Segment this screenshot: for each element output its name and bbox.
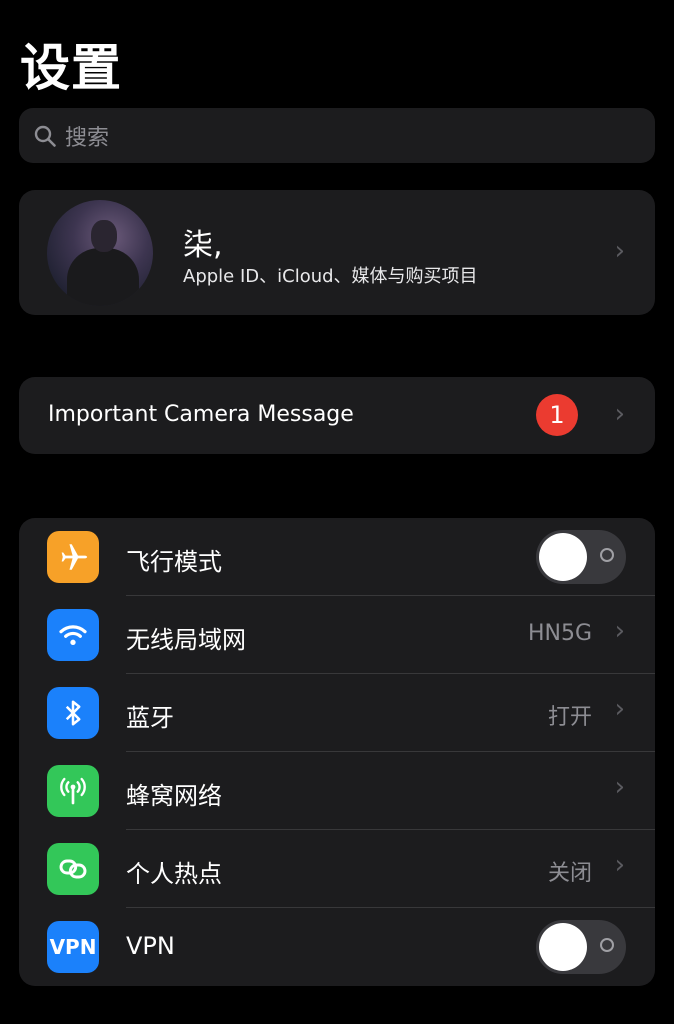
airplane-mode-toggle[interactable] xyxy=(536,530,626,584)
personal-hotspot-row[interactable]: 个人热点 关闭 › xyxy=(19,830,655,908)
cellular-label: 蜂窝网络 xyxy=(126,782,222,810)
airplane-icon xyxy=(47,531,99,583)
vpn-icon: VPN xyxy=(47,921,99,973)
wifi-row[interactable]: 无线局域网 HN5G › xyxy=(19,596,655,674)
bluetooth-icon xyxy=(47,687,99,739)
chevron-right-icon: › xyxy=(614,616,625,646)
wifi-icon xyxy=(47,609,99,661)
vpn-toggle[interactable] xyxy=(536,920,626,974)
cellular-row[interactable]: 蜂窝网络 › xyxy=(19,752,655,830)
bluetooth-row[interactable]: 蓝牙 打开 › xyxy=(19,674,655,752)
page-title: 设置 xyxy=(20,39,122,97)
avatar xyxy=(47,200,153,306)
airplane-mode-label: 飞行模式 xyxy=(126,548,222,576)
notification-badge: 1 xyxy=(536,394,578,436)
search-placeholder: 搜索 xyxy=(65,125,110,151)
bluetooth-status-value: 打开 xyxy=(547,705,592,730)
search-bar[interactable]: 搜索 xyxy=(19,108,655,163)
hotspot-icon xyxy=(47,843,99,895)
chevron-right-icon: › xyxy=(614,236,625,266)
important-camera-message-cell[interactable]: Important Camera Message 1 › xyxy=(19,377,655,454)
camera-message-label: Important Camera Message xyxy=(48,402,354,427)
chevron-right-icon: › xyxy=(614,399,625,429)
profile-subtitle: Apple ID、iCloud、媒体与购买项目 xyxy=(183,266,478,287)
vpn-label: VPN xyxy=(126,932,175,960)
personal-hotspot-label: 个人热点 xyxy=(126,860,222,888)
hotspot-status-value: 关闭 xyxy=(547,861,592,886)
vpn-row: VPN VPN xyxy=(19,908,655,986)
wifi-network-value: HN5G xyxy=(527,621,592,646)
apple-id-profile-cell[interactable]: 柒, Apple ID、iCloud、媒体与购买项目 › xyxy=(19,190,655,315)
chevron-right-icon: › xyxy=(614,694,625,724)
profile-name: 柒, xyxy=(183,228,223,263)
chevron-right-icon: › xyxy=(614,772,625,802)
bluetooth-label: 蓝牙 xyxy=(126,704,174,732)
cellular-antenna-icon xyxy=(47,765,99,817)
wifi-label: 无线局域网 xyxy=(126,626,246,654)
connectivity-settings-group: 飞行模式 无线局域网 HN5G › 蓝牙 打开 › 蜂窝网络 › 个人热点 关闭… xyxy=(19,518,655,986)
chevron-right-icon: › xyxy=(614,850,625,880)
airplane-mode-row: 飞行模式 xyxy=(19,518,655,596)
search-icon xyxy=(34,125,56,147)
